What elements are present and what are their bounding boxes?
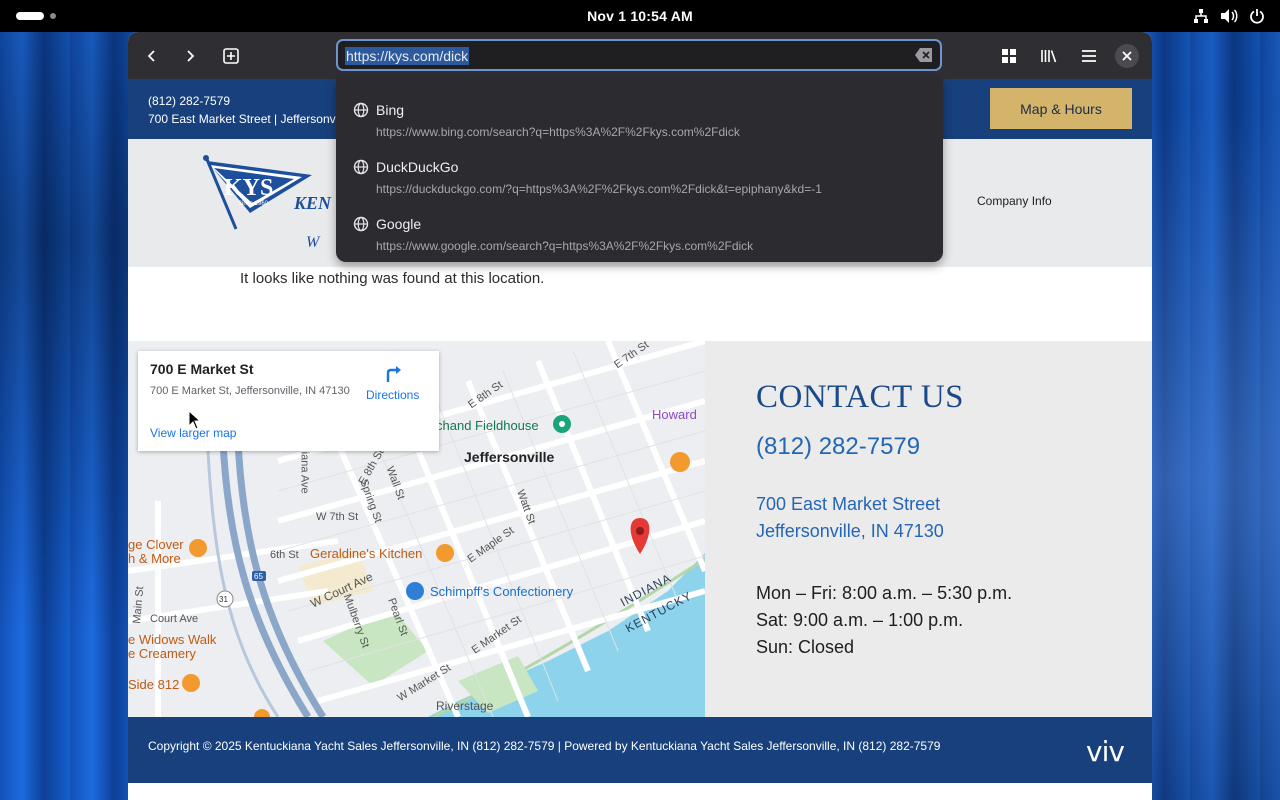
suggestion-url: https://www.bing.com/search?q=https%3A%2… — [376, 125, 740, 139]
suggestion-title: Bing — [376, 102, 405, 118]
logo-since: Since 1960 — [238, 201, 269, 207]
volume-icon[interactable] — [1220, 6, 1238, 26]
back-button[interactable] — [137, 41, 167, 71]
activities-button[interactable] — [16, 12, 44, 20]
map-label-i65: 65 — [254, 572, 263, 581]
suggestion-title: Google — [376, 216, 422, 232]
library-button[interactable] — [1034, 41, 1064, 71]
footer-brand-logo[interactable]: viv — [1086, 735, 1125, 768]
header-phone[interactable]: (812) 282-7579 — [148, 94, 230, 108]
clock[interactable]: Nov 1 10:54 AM — [540, 8, 740, 24]
workspace-indicator[interactable] — [50, 13, 56, 19]
nav-company-info-link[interactable]: Company Info — [977, 194, 1052, 208]
map-label-us31: 31 — [219, 595, 228, 604]
contact-address-line2[interactable]: Jeffersonville, IN 47130 — [756, 521, 944, 542]
contact-phone-link[interactable]: (812) 282-7579 — [756, 433, 920, 461]
browser-headerbar: https://kys.com/dick — [128, 32, 1152, 79]
suggestion-bing[interactable]: Bing https://www.bing.com/search?q=https… — [336, 87, 943, 144]
map-label-widows-walk: e Widows Walk — [128, 632, 217, 647]
address-bar[interactable]: https://kys.com/dick — [336, 39, 942, 71]
map-label-court: Court Ave — [150, 613, 199, 625]
clear-url-icon[interactable] — [914, 47, 934, 65]
not-found-message: It looks like nothing was found at this … — [240, 270, 545, 287]
suggestion-duckduckgo[interactable]: DuckDuckGo https://duckduckgo.com/?q=htt… — [336, 144, 943, 201]
hamburger-menu-icon — [1082, 50, 1096, 62]
suggestion-google[interactable]: Google https://www.google.com/search?q=h… — [336, 201, 943, 258]
header-address: 700 East Market Street | Jeffersonvi — [148, 112, 339, 126]
mouse-cursor-icon — [188, 409, 202, 435]
main-menu-button[interactable] — [1074, 41, 1104, 71]
close-icon — [1122, 51, 1132, 61]
address-input[interactable]: https://kys.com/dick — [345, 47, 470, 65]
map-label-more: h & More — [128, 551, 181, 566]
embedded-map[interactable]: 65 31 Jeffersonville chand Fieldhouse Ho… — [128, 341, 705, 717]
svg-text:W: W — [306, 234, 321, 251]
map-hours-button[interactable]: Map & Hours — [990, 88, 1132, 129]
contact-title: CONTACT US — [756, 379, 965, 415]
globe-icon — [353, 159, 369, 180]
map-info-card: 700 E Market St 700 E Market St, Jeffers… — [138, 351, 439, 451]
kys-logo[interactable]: KYS Since 1960 KEN W — [202, 153, 342, 256]
hours-saturday: Sat: 9:00 a.m. – 1:00 p.m. — [756, 610, 964, 630]
system-tray[interactable] — [1192, 6, 1266, 26]
footer-copyright: Copyright © 2025 Kentuckiana Yacht Sales… — [148, 739, 941, 753]
suggestion-url: https://www.google.com/search?q=https%3A… — [376, 239, 754, 253]
map-label-riverstage: Riverstage — [436, 699, 494, 713]
url-suggestions-dropdown: Bing https://www.bing.com/search?q=https… — [336, 79, 943, 262]
directions-link[interactable]: Directions — [366, 388, 419, 402]
map-label-creamery: e Creamery — [128, 646, 196, 661]
map-label-w7th: W 7th St — [316, 511, 359, 523]
system-top-bar: Nov 1 10:54 AM — [0, 0, 1280, 32]
map-card-title: 700 E Market St — [150, 361, 254, 377]
map-card-address: 700 E Market St, Jeffersonville, IN 4713… — [150, 385, 350, 397]
contact-address-line1[interactable]: 700 East Market Street — [756, 494, 940, 515]
tab-overview-button[interactable] — [994, 41, 1024, 71]
map-label-schimpffs: Schimpff's Confectionery — [430, 584, 574, 599]
contact-section: CONTACT US (812) 282-7579 700 East Marke… — [705, 341, 1152, 717]
grid-icon — [1002, 49, 1016, 63]
map-label-6th: 6th St — [270, 549, 299, 561]
poi-bar-icon — [670, 452, 690, 472]
globe-icon — [353, 216, 369, 237]
logo-partial-text: KEN — [293, 193, 332, 213]
globe-icon — [353, 102, 369, 123]
chevron-left-icon — [147, 50, 155, 62]
map-label-fieldhouse: chand Fieldhouse — [436, 418, 539, 433]
map-label-geraldines: Geraldine's Kitchen — [310, 546, 423, 561]
hours-weekday: Mon – Fri: 8:00 a.m. – 5:30 p.m. — [756, 583, 1013, 603]
new-tab-icon — [223, 48, 239, 64]
power-icon[interactable] — [1248, 6, 1266, 26]
logo-text: KYS — [224, 175, 273, 201]
forward-button[interactable] — [175, 41, 205, 71]
map-label-clover: ge Clover — [128, 537, 184, 552]
close-window-button[interactable] — [1115, 44, 1139, 68]
new-tab-button[interactable] — [216, 41, 246, 71]
hours-sunday: Sun: Closed — [756, 637, 855, 657]
site-footer: Copyright © 2025 Kentuckiana Yacht Sales… — [128, 717, 1152, 783]
map-label-side812: Side 812 — [128, 677, 180, 692]
browser-window: https://kys.com/dick (812) 282-7579 700 … — [128, 32, 1152, 800]
network-icon[interactable] — [1192, 6, 1210, 26]
map-label-howard: Howard — [652, 407, 697, 422]
library-icon — [1041, 50, 1057, 63]
suggestion-title: DuckDuckGo — [376, 159, 459, 175]
map-label-jeffersonville: Jeffersonville — [464, 449, 555, 465]
chevron-right-icon — [187, 50, 195, 62]
suggestion-url: https://duckduckgo.com/?q=https%3A%2F%2F… — [376, 182, 822, 196]
